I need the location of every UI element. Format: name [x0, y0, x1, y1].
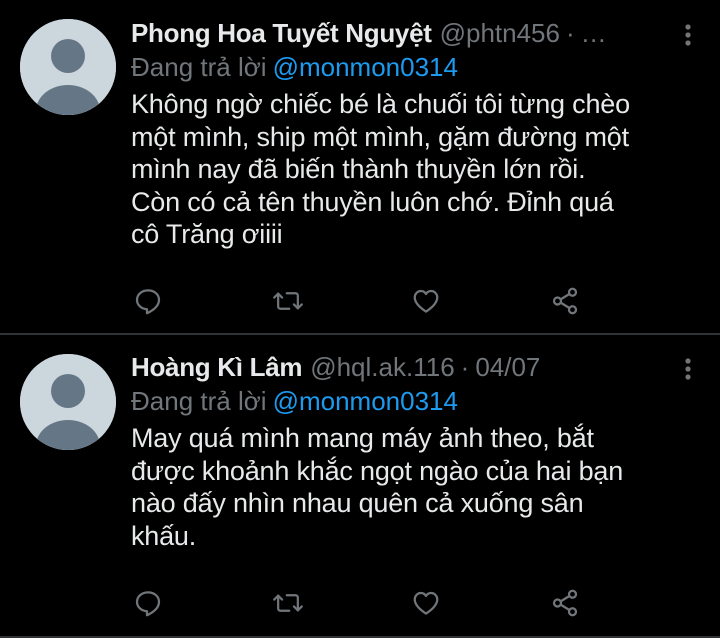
tweet-text-line: được khoảnh khắc ngọt ngào của hai bạn — [131, 455, 624, 486]
reply-tweet[interactable]: Phong Hoa Tuyết Nguyệt @phtn456 · … Đang… — [0, 0, 720, 334]
like-icon[interactable] — [409, 586, 443, 620]
reply-icon[interactable] — [131, 284, 165, 318]
header-separator: · — [565, 18, 575, 48]
tweet-content: Phong Hoa Tuyết Nguyệt @phtn456 · … Đang… — [131, 16, 700, 251]
tweet-content: Hoàng Kì Lâm @hql.ak.116 · 04/07 Đang tr… — [131, 350, 700, 552]
user-handle[interactable]: @phtn456 — [440, 16, 560, 50]
share-icon[interactable] — [548, 284, 582, 318]
share-icon[interactable] — [548, 586, 582, 620]
tweet-header: Phong Hoa Tuyết Nguyệt @phtn456 · … — [131, 16, 700, 50]
tweet-date[interactable]: 04/07 — [475, 350, 540, 384]
tweet-date[interactable]: … — [581, 16, 607, 50]
reply-feed: Phong Hoa Tuyết Nguyệt @phtn456 · … Đang… — [0, 0, 720, 638]
replying-to-line: Đang trả lời @monmon0314 — [131, 50, 700, 84]
more-options-icon[interactable] — [676, 356, 700, 382]
tweet-text-line: khấu. — [131, 520, 197, 551]
like-icon[interactable] — [409, 284, 443, 318]
tweet-header: Hoàng Kì Lâm @hql.ak.116 · 04/07 — [131, 350, 700, 384]
default-avatar-icon — [20, 19, 116, 115]
retweet-icon[interactable] — [271, 586, 305, 620]
replying-to-line: Đang trả lời @monmon0314 — [131, 384, 700, 418]
tweet-text-line: Không ngờ chiếc bé là chuối tôi từng chè… — [131, 89, 630, 119]
tweet-text-line: mình nay đã biến thành thuyền lớn rồi. — [131, 154, 586, 184]
avatar[interactable] — [20, 19, 116, 115]
user-handle[interactable]: @hql.ak.116 — [310, 350, 454, 384]
tweet-text-line: một mình, ship một mình, gặm đường một — [131, 121, 629, 152]
replying-to-label: Đang trả lời — [131, 386, 267, 416]
tweet-text-line: cô Trăng ơiiii — [131, 219, 283, 249]
tweet-actions — [0, 586, 720, 626]
replying-to-handle[interactable]: @monmon0314 — [273, 52, 458, 82]
tweet-text-line: Còn có cả tên thuyền luôn chớ. Đỉnh quá — [131, 186, 614, 217]
display-name[interactable]: Phong Hoa Tuyết Nguyệt — [131, 16, 432, 50]
reply-icon[interactable] — [131, 586, 165, 620]
tweet-text-line: nào đấy nhìn nhau quên cả xuống sân — [131, 488, 584, 518]
display-name[interactable]: Hoàng Kì Lâm — [131, 350, 303, 384]
header-separator: · — [460, 352, 470, 382]
tweet-divider — [0, 333, 720, 335]
default-avatar-icon — [20, 354, 116, 450]
tweet-actions — [0, 284, 720, 324]
tweet-text-line: May quá mình mang máy ảnh theo, bắt — [131, 423, 594, 453]
replying-to-handle[interactable]: @monmon0314 — [273, 386, 458, 416]
replying-to-label: Đang trả lời — [131, 52, 267, 82]
more-options-icon[interactable] — [676, 22, 700, 48]
reply-tweet[interactable]: Hoàng Kì Lâm @hql.ak.116 · 04/07 Đang tr… — [0, 336, 720, 636]
tweet-text: May quá mình mang máy ảnh theo, bắt được… — [131, 422, 700, 552]
retweet-icon[interactable] — [271, 284, 305, 318]
avatar[interactable] — [20, 354, 116, 450]
tweet-text: Không ngờ chiếc bé là chuối tôi từng chè… — [131, 88, 700, 251]
